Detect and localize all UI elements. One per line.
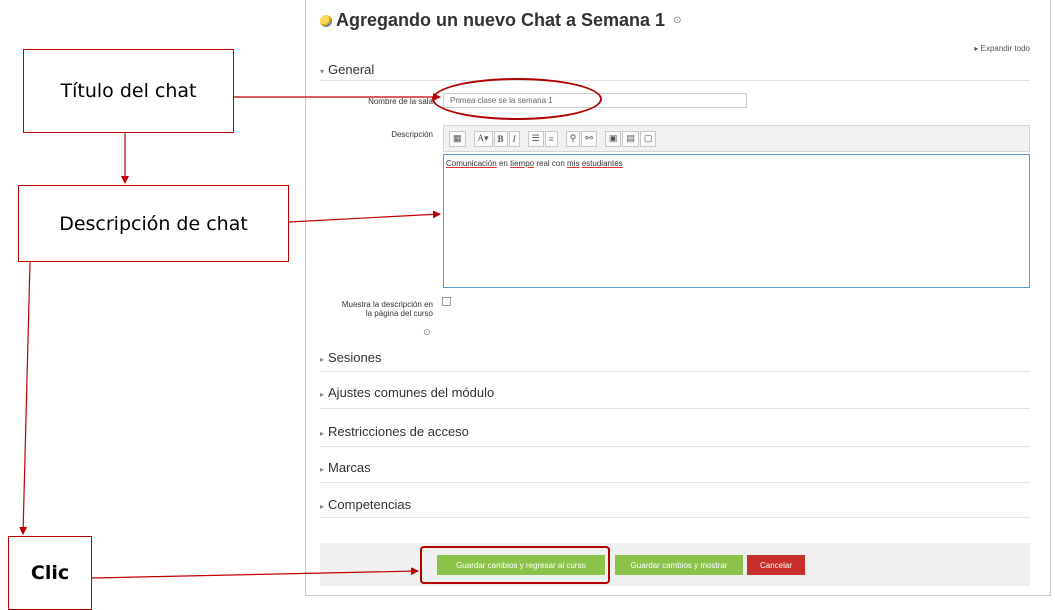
divider [320, 371, 1030, 372]
name-label: Nombre de la sala [368, 97, 433, 106]
save-show-button[interactable]: Guardar cambios y mostrar [615, 555, 743, 575]
question-circle-icon[interactable]: ⊙ [423, 327, 431, 338]
media-icon[interactable]: ▤ [622, 130, 639, 147]
cancel-button[interactable]: Cancelar [747, 555, 805, 575]
divider [320, 446, 1030, 447]
chat-module-icon [320, 14, 332, 27]
show-description-checkbox[interactable] [442, 297, 451, 306]
section-sesiones[interactable]: ▸ Sesiones [320, 350, 382, 365]
table-icon[interactable]: ▦ [449, 130, 466, 147]
chevron-right-icon: ▸ [320, 429, 325, 438]
bullet-list-icon[interactable]: ☰ [527, 130, 544, 147]
arrow-down-to-click [19, 261, 31, 535]
title-highlight-ellipse [432, 78, 602, 120]
bold-icon[interactable]: B [493, 130, 508, 147]
chevron-right-icon: ▸ [320, 355, 325, 364]
description-label: Descripción [391, 130, 433, 139]
italic-icon[interactable]: I [508, 130, 520, 147]
section-competencias[interactable]: ▸ Competencias [320, 497, 411, 512]
expand-all-link[interactable]: ▸ Expandir todo [974, 44, 1030, 53]
font-color-icon[interactable]: A▾ [473, 130, 493, 147]
chevron-right-icon: ▸ [320, 390, 325, 399]
divider [320, 408, 1030, 409]
annotation-title-box: Título del chat [23, 49, 234, 133]
description-editor[interactable]: Comunicación en tiempo real con mis estu… [443, 154, 1030, 288]
chevron-right-icon: ▸ [320, 502, 325, 511]
unlink-icon[interactable]: ⚯ [581, 130, 597, 147]
divider [320, 517, 1030, 518]
chevron-right-icon: ▸ [320, 465, 325, 474]
section-restricciones[interactable]: ▸ Restricciones de acceso [320, 424, 469, 439]
divider [320, 80, 1030, 81]
question-circle-icon[interactable]: ⊙ [673, 15, 681, 26]
link-icon[interactable]: ⚲ [565, 130, 581, 147]
page-title: Agregando un nuevo Chat a Semana 1 ⊙ [320, 10, 681, 31]
paste-icon[interactable]: ▢ [639, 130, 657, 147]
section-ajustes[interactable]: ▸ Ajustes comunes del módulo [320, 385, 494, 400]
annotation-click-box: Clic [8, 536, 92, 610]
divider [320, 482, 1030, 483]
editor-toolbar: ▦ A▾ B I ☰ ≡ ⚲ ⚯ ▣ ▤ ▢ [443, 125, 1030, 152]
show-description-label: Muestra la descripción en la página del … [341, 300, 433, 318]
section-general[interactable]: ▾ General [320, 62, 374, 77]
section-marcas[interactable]: ▸ Marcas [320, 460, 371, 475]
image-icon[interactable]: ▣ [604, 130, 622, 147]
chevron-down-icon: ▾ [320, 67, 325, 76]
numbered-list-icon[interactable]: ≡ [544, 130, 558, 147]
moodle-form-screenshot: Agregando un nuevo Chat a Semana 1 ⊙ ▸ E… [305, 0, 1051, 596]
annotation-description-box: Descripción de chat [18, 185, 289, 262]
save-button-highlight [420, 546, 610, 584]
